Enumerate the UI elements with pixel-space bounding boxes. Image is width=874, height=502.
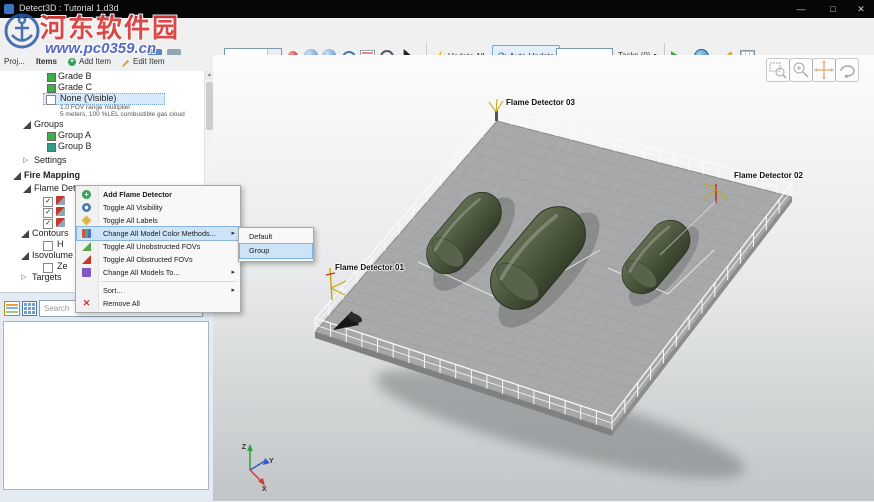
menu-item-toggle-all-unobstructed-fovs[interactable]: Toggle All Unobstructed FOVs <box>77 240 239 253</box>
submenu-arrow-icon: ▸ <box>231 230 235 237</box>
context-menu: + Add Flame Detector Toggle All Visibili… <box>75 185 241 313</box>
tree-item-group-b[interactable]: Group B <box>0 141 204 152</box>
model-cube-icon <box>82 268 91 277</box>
color-swatch <box>47 143 56 152</box>
menu-item-sort[interactable]: Sort... ▸ <box>77 284 239 297</box>
expanded-arrow-icon[interactable] <box>23 185 31 193</box>
checkbox[interactable]: ✓ <box>43 207 53 218</box>
scrollbar-thumb[interactable] <box>206 82 213 130</box>
remove-icon: ✕ <box>82 298 91 308</box>
checkbox[interactable] <box>43 262 53 273</box>
app-icon <box>4 4 14 14</box>
expanded-arrow-icon[interactable] <box>21 230 29 238</box>
zoom-button[interactable] <box>789 58 813 82</box>
expanded-arrow-icon[interactable] <box>13 172 21 180</box>
tree-item-grade-c[interactable]: Grade C <box>0 82 204 93</box>
window-title: Detect3D : Tutorial 1.d3d <box>19 3 119 13</box>
detector-icon <box>56 196 65 205</box>
sidebar-tabstrip: Proj... Items + Add Item Edit Item <box>0 55 213 72</box>
tree-item-grade-b[interactable]: Grade B <box>0 71 204 82</box>
edit-item-icon <box>122 59 130 67</box>
checkbox[interactable] <box>43 240 53 251</box>
maximize-button[interactable]: □ <box>820 0 846 18</box>
tree-item-fire-mapping[interactable]: Fire Mapping <box>0 170 204 181</box>
color-swatch <box>47 132 56 141</box>
submenu-arrow-icon: ▸ <box>231 269 235 276</box>
checkbox[interactable] <box>46 94 56 105</box>
menu-item-change-all-model-color-methods[interactable]: Change All Model Color Methods... ▸ <box>76 226 240 241</box>
checkbox[interactable]: ✓ <box>43 218 53 229</box>
tree-item-settings[interactable]: ▷ Settings <box>0 155 204 166</box>
flame-detector-02-label: Flame Detector 02 <box>734 171 803 180</box>
collapsed-arrow-icon[interactable]: ▷ <box>23 155 28 166</box>
menu-item-add-flame-detector[interactable]: + Add Flame Detector <box>77 188 239 201</box>
title-bar: Detect3D : Tutorial 1.d3d — □ ✕ <box>0 0 874 18</box>
tab-items[interactable]: Items <box>36 57 57 66</box>
submenu-item-group[interactable]: Group <box>239 243 313 259</box>
add-item-icon: + <box>68 58 76 66</box>
axis-z-label: Z <box>242 444 247 451</box>
axis-y-label: Y <box>269 458 274 465</box>
menu-item-change-all-models-to[interactable]: Change All Models To... ▸ <box>77 266 239 279</box>
label-tag-icon <box>81 215 92 226</box>
menu-item-toggle-all-labels[interactable]: Toggle All Labels <box>77 214 239 227</box>
search-panel: Search ✕ <box>0 292 213 502</box>
main-toolbar: Camera: ▾ ▾ Update All ⟳ Auto-Update Tas… <box>0 18 874 68</box>
submenu-item-default[interactable]: Default <box>240 230 312 244</box>
checkbox[interactable]: ✓ <box>43 196 53 207</box>
fov-green-icon <box>82 242 91 251</box>
zoom-window-button[interactable] <box>766 58 790 82</box>
detector-icon <box>56 207 65 216</box>
menu-separator <box>101 281 237 282</box>
tree-item-none-visible[interactable]: None (Visible) <box>0 93 204 105</box>
tree-note-fov: 1.0 FOV range multiplier <box>60 104 131 111</box>
close-button[interactable]: ✕ <box>848 0 874 18</box>
search-placeholder: Search <box>44 304 70 313</box>
fov-red-icon <box>82 255 91 264</box>
menu-item-toggle-all-visibility[interactable]: Toggle All Visibility <box>77 201 239 214</box>
search-results-area[interactable] <box>3 321 209 490</box>
viewport-3d[interactable]: Z Y X Flame Detector 03 Flame Detector 0… <box>213 55 874 501</box>
submenu-arrow-icon: ▸ <box>231 287 235 294</box>
scene-3d: Z Y X <box>213 55 874 501</box>
color-palette-icon <box>82 229 91 238</box>
collapsed-arrow-icon[interactable]: ▷ <box>21 272 26 283</box>
list-mode-icon[interactable] <box>4 301 20 316</box>
flame-detector-03-label: Flame Detector 03 <box>506 98 575 107</box>
expanded-arrow-icon[interactable] <box>21 252 29 260</box>
add-icon: + <box>82 190 91 199</box>
tab-project[interactable]: Proj... <box>4 57 25 66</box>
edit-item-button[interactable]: Edit Item <box>133 57 165 66</box>
flame-detector-01-label: Flame Detector 01 <box>335 263 404 272</box>
color-swatch <box>47 84 56 93</box>
grid-mode-icon[interactable] <box>22 301 37 316</box>
tree-item-groups[interactable]: Groups <box>0 119 204 130</box>
tree-note-gas-cloud: 5 meters, 100 %LEL combustible gas cloud <box>60 111 185 118</box>
expanded-arrow-icon[interactable] <box>23 121 31 129</box>
tree-item-group-a[interactable]: Group A <box>0 130 204 141</box>
detector-icon <box>56 218 65 227</box>
add-item-button[interactable]: Add Item <box>79 57 111 66</box>
axis-x-label: X <box>262 486 267 493</box>
orbit-button[interactable] <box>835 58 859 82</box>
menu-item-remove-all[interactable]: ✕ Remove All <box>77 297 239 310</box>
pan-button[interactable] <box>812 58 836 82</box>
menu-item-toggle-all-obstructed-fovs[interactable]: Toggle All Obstructed FOVs <box>77 253 239 266</box>
visibility-icon <box>82 203 91 212</box>
color-swatch <box>47 73 56 82</box>
minimize-button[interactable]: — <box>788 0 814 18</box>
color-methods-submenu: Default Group <box>238 227 314 262</box>
